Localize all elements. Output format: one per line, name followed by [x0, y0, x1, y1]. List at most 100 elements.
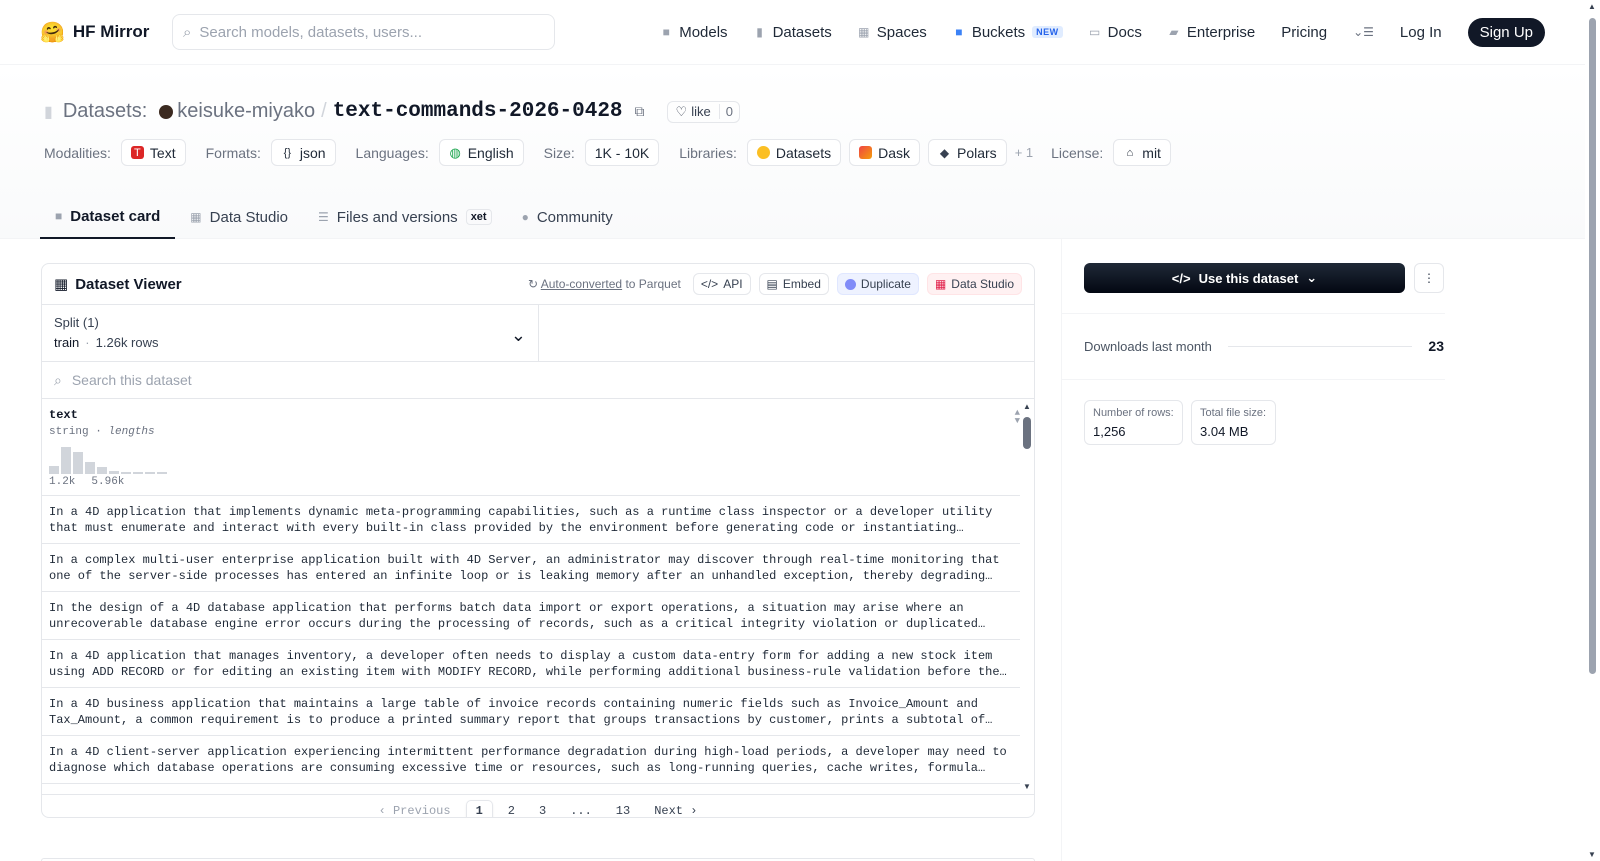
modality-value: Text [149, 144, 176, 161]
size-chip[interactable]: 1K - 10K [584, 139, 660, 166]
global-search-input[interactable]: ⌕ Search models, datasets, users... [172, 14, 555, 50]
nav-docs[interactable]: ▭ Docs [1089, 24, 1142, 41]
nav-buckets[interactable]: ■ Buckets NEW [953, 24, 1063, 41]
divider [1062, 379, 1445, 380]
tab-data-studio[interactable]: ▦ Data Studio [175, 195, 303, 239]
histogram-bar[interactable] [145, 472, 155, 474]
table-row[interactable]: In a 4D application that manages invento… [42, 640, 1020, 688]
like-count: 0 [718, 104, 739, 119]
nav-enterprise[interactable]: ▰ Enterprise [1168, 24, 1255, 41]
histogram-bar[interactable] [157, 472, 167, 474]
braces-icon: {} [283, 146, 292, 159]
format-chip[interactable]: {} json [270, 139, 336, 166]
histogram-bar[interactable] [97, 467, 107, 474]
rows-stat-label: Number of rows: [1093, 407, 1174, 419]
hf-icon [756, 146, 770, 159]
chevron-down-icon: ⌄ [510, 325, 526, 345]
libraries-more[interactable]: + 1 [1015, 145, 1033, 160]
pager-page-2[interactable]: 2 [499, 801, 524, 817]
license-label: License: [1051, 144, 1104, 161]
histogram-bar[interactable] [121, 472, 131, 474]
dataset-search-placeholder: Search this dataset [71, 372, 192, 388]
pager-next[interactable]: Next › [645, 801, 706, 817]
table-scrollbar[interactable]: ▲ ▼ [1020, 399, 1034, 794]
scroll-down-icon[interactable]: ▼ [1023, 782, 1031, 791]
pager-page-3[interactable]: 3 [530, 801, 555, 817]
pager-page-13[interactable]: 13 [607, 801, 639, 817]
more-options-button[interactable]: ⋮ [1414, 263, 1444, 293]
dataset-search-input[interactable]: ⌕ Search this dataset [42, 362, 1034, 399]
libraries-label: Libraries: [679, 144, 737, 161]
downloads-label: Downloads last month [1084, 338, 1212, 354]
nav-pricing[interactable]: Pricing [1281, 24, 1327, 41]
modalities-label: Modalities: [44, 144, 111, 161]
scroll-up-icon[interactable]: ▲ [1588, 2, 1596, 11]
histogram-bar[interactable] [109, 471, 119, 474]
table-row[interactable]: In a 4D application that implements dyna… [42, 496, 1020, 544]
signup-button[interactable]: Sign Up [1467, 17, 1545, 47]
pager-page-1[interactable]: 1 [465, 800, 493, 817]
scroll-up-icon[interactable]: ▲ [1023, 402, 1031, 411]
nav-datasets[interactable]: ▮ Datasets [754, 24, 832, 41]
owner-avatar [159, 104, 174, 119]
column-header-text: text string · lengths 1.2k 5.96k ▲ ▼ [42, 399, 1034, 496]
api-button[interactable]: </> API [692, 273, 751, 295]
page-scrollbar[interactable]: ▲ ▼ [1585, 0, 1600, 861]
like-button[interactable]: ♡ like 0 [666, 100, 740, 123]
repo-title: ▮ Datasets: keisuke-miyako / text-comman… [44, 100, 740, 123]
table-row[interactable]: In a complex multi-user enterprise appli… [42, 544, 1020, 592]
length-histogram[interactable] [49, 446, 1027, 474]
copy-icon[interactable]: ⧉ [635, 103, 645, 120]
tab-data-studio-label: Data Studio [209, 208, 289, 226]
license-chip[interactable]: ⌂ mit [1113, 139, 1171, 166]
row-text-line: diagnose which database operations are c… [49, 761, 986, 775]
brand[interactable]: 🤗 HF Mirror [40, 20, 172, 45]
nav-spaces[interactable]: ▦ Spaces [858, 24, 927, 41]
nav-more-menu[interactable]: ⌄☰ [1353, 25, 1374, 39]
split-separator: · [85, 335, 90, 350]
scrollbar-thumb[interactable] [1023, 417, 1031, 449]
modality-chip[interactable]: T Text [120, 139, 186, 166]
like-label: like [691, 104, 711, 119]
tab-dataset-card[interactable]: ■ Dataset card [40, 195, 176, 239]
scroll-down-icon[interactable]: ▼ [1588, 850, 1596, 859]
histogram-bar[interactable] [49, 466, 59, 474]
use-this-dataset-button[interactable]: </> Use this dataset ⌄ [1084, 263, 1405, 293]
library-chip-datasets[interactable]: Datasets [746, 139, 842, 166]
tab-files-and-versions[interactable]: ☰ Files and versions xet [303, 195, 507, 239]
like-label-wrap: ♡ like [668, 104, 719, 120]
language-chip[interactable]: ◍ English [438, 139, 524, 166]
library-dask: Dask [878, 144, 910, 161]
data-studio-button[interactable]: ▦ Data Studio [926, 273, 1022, 295]
tab-community[interactable]: ● Community [507, 195, 628, 239]
viewer-actions: ↻ Auto-converted to Parquet </> API ▤ Embe… [528, 273, 1022, 295]
library-chip-dask[interactable]: Dask [849, 139, 920, 166]
histogram-bar[interactable] [85, 462, 95, 474]
histogram-bar[interactable] [133, 472, 143, 474]
library-chip-polars[interactable]: ◆ Polars [928, 139, 1007, 166]
login-link[interactable]: Log In [1400, 24, 1442, 41]
table-row[interactable]: In a 4D client-server application experi… [42, 736, 1020, 784]
pager-previous[interactable]: ‹ Previous [370, 801, 460, 817]
row-text-line: In a 4D application that implements dyna… [49, 505, 993, 519]
page-scrollbar-thumb[interactable] [1589, 18, 1596, 674]
size-label: Size: [543, 144, 575, 161]
api-label: API [723, 277, 743, 291]
histogram-bar[interactable] [61, 447, 71, 474]
repo-name[interactable]: text-commands-2026-0428 [333, 100, 623, 123]
repo-owner-link[interactable]: keisuke-miyako [159, 100, 315, 123]
embed-button[interactable]: ▤ Embed [758, 273, 829, 295]
auto-converted-link[interactable]: Auto-converted [541, 277, 622, 291]
database-icon: ▮ [756, 25, 763, 39]
histogram-max-label: 5.96k [91, 476, 125, 488]
nav-models[interactable]: ■ Models [660, 24, 728, 41]
table-row[interactable]: In the design of a 4D database applicati… [42, 592, 1020, 640]
split-selector[interactable]: Split (1) train · 1.26k rows ⌄ [42, 305, 539, 361]
histogram-bar[interactable] [73, 452, 83, 474]
table-row[interactable]: In a 4D business application that mainta… [42, 688, 1020, 736]
pagination: ‹ Previous 1 2 3 ... 13 Next › [42, 794, 1034, 817]
duplicate-button[interactable]: Duplicate [836, 273, 919, 295]
size-value: 1K - 10K [594, 144, 650, 161]
chevron-down-icon: ⌄ [1306, 270, 1318, 285]
bucket-icon: ■ [955, 25, 963, 39]
